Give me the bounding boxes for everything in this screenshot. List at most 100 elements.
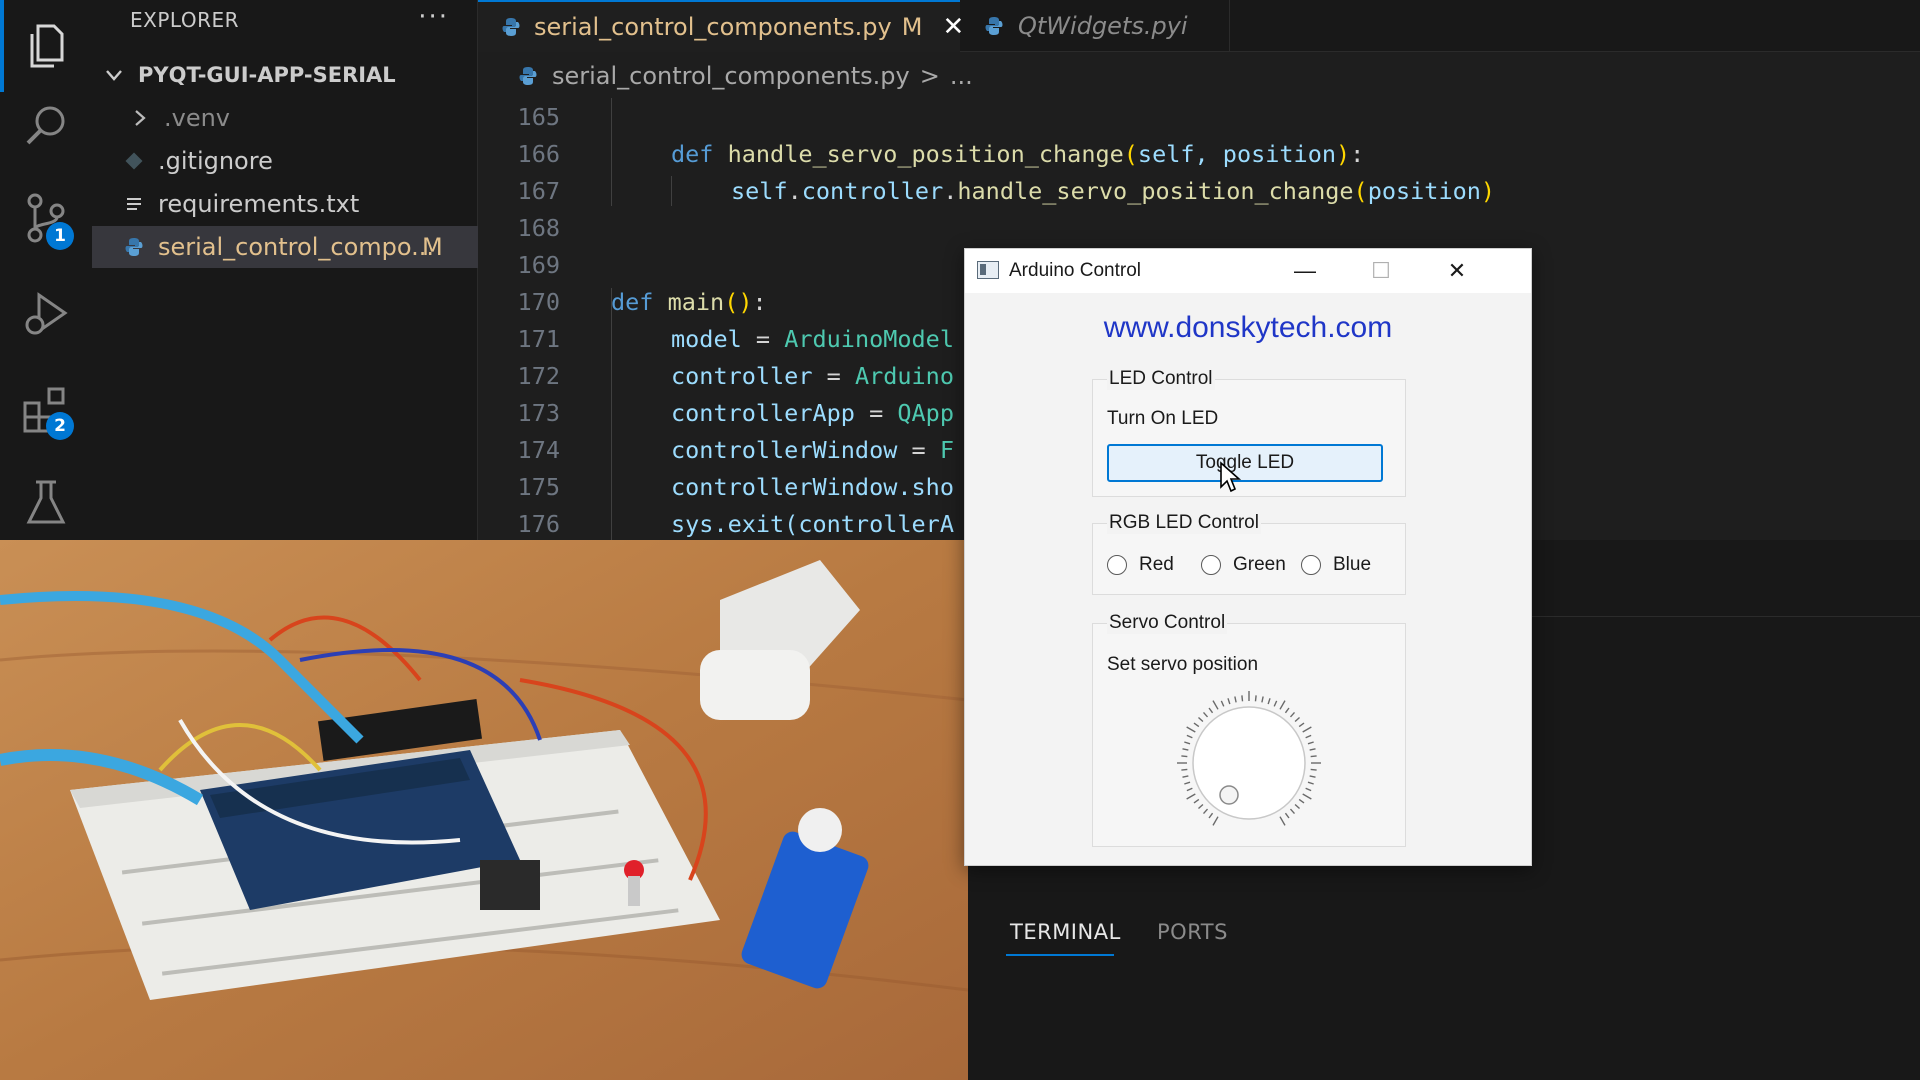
tab-qtwidgets[interactable]: QtWidgets.pyi bbox=[960, 0, 1230, 52]
tab-label: serial_control_components.py bbox=[534, 13, 892, 41]
dial-tick bbox=[1309, 748, 1316, 751]
dial-tick bbox=[1289, 808, 1296, 815]
chevron-down-icon bbox=[102, 65, 126, 85]
code-line: 165 bbox=[478, 98, 1920, 135]
group-title: LED Control bbox=[1107, 368, 1215, 390]
chevron-right-icon bbox=[128, 108, 152, 128]
tree-item-venv[interactable]: .venv bbox=[92, 97, 478, 139]
line-number: 168 bbox=[517, 213, 560, 242]
dial-tick bbox=[1307, 781, 1314, 785]
rgb-led-control-group: RGB LED Control Red Green Blue bbox=[1092, 512, 1406, 595]
testing-flask-icon[interactable] bbox=[0, 456, 92, 548]
dial-tick bbox=[1186, 793, 1196, 800]
tree-item-label: .venv bbox=[164, 104, 231, 132]
dial-tick bbox=[1298, 722, 1305, 728]
radio-circle[interactable] bbox=[1107, 555, 1127, 575]
workspace-root-label: PYQT-GUI-APP-SERIAL bbox=[138, 63, 396, 87]
dial-tick bbox=[1212, 816, 1219, 826]
activity-bar: 1 2 bbox=[0, 0, 92, 540]
run-debug-icon[interactable] bbox=[0, 268, 92, 360]
dial-tick bbox=[1294, 716, 1301, 723]
led-control-group: LED Control Turn On LED Toggle LED bbox=[1092, 368, 1406, 497]
line-number: 169 bbox=[517, 250, 560, 279]
line-number: 175 bbox=[517, 472, 560, 501]
extensions-icon[interactable]: 2 bbox=[0, 364, 92, 456]
tree-item-label: serial_control_compo... bbox=[158, 233, 435, 261]
dial-tick bbox=[1309, 775, 1316, 778]
more-actions-icon[interactable]: ··· bbox=[418, 2, 449, 32]
turn-on-led-label: Turn On LED bbox=[1107, 408, 1219, 429]
dial-tick bbox=[1212, 700, 1219, 710]
explorer-title: EXPLORER bbox=[130, 8, 239, 32]
search-icon[interactable] bbox=[0, 80, 92, 172]
code-text: def handle_servo_position_change(self, p… bbox=[671, 139, 1365, 168]
python-file-icon bbox=[122, 236, 146, 258]
window-titlebar[interactable]: Arduino Control — ☐ ✕ bbox=[965, 249, 1531, 293]
source-control-badge: 1 bbox=[46, 222, 74, 250]
dial-tick bbox=[1284, 812, 1290, 819]
tab-modified-indicator: M bbox=[901, 13, 923, 41]
dial-tick bbox=[1284, 707, 1290, 714]
radio-circle[interactable] bbox=[1301, 555, 1321, 575]
tree-item-requirements[interactable]: requirements.txt bbox=[92, 183, 478, 225]
tab-ports[interactable]: PORTS bbox=[1157, 920, 1228, 944]
dial-tick bbox=[1289, 711, 1296, 718]
dial-tick bbox=[1202, 711, 1209, 718]
dial-tick bbox=[1261, 696, 1264, 703]
dial-tick bbox=[1182, 775, 1189, 778]
maximize-button[interactable]: ☐ bbox=[1343, 249, 1419, 293]
dial-tick bbox=[1208, 707, 1214, 714]
breadcrumb-separator: > bbox=[919, 62, 940, 90]
radio-label: Green bbox=[1233, 554, 1286, 575]
servo-position-dial[interactable] bbox=[1173, 690, 1325, 836]
radio-label: Red bbox=[1139, 554, 1174, 575]
tree-item-serial-control[interactable]: serial_control_compo... M bbox=[92, 226, 478, 268]
dial-tick bbox=[1208, 812, 1214, 819]
line-number: 166 bbox=[517, 139, 560, 168]
website-link[interactable]: www.donskytech.com bbox=[965, 311, 1531, 345]
close-button[interactable]: ✕ bbox=[1419, 249, 1495, 293]
breadcrumb: serial_control_components.py > ... bbox=[478, 54, 973, 98]
arduino-breadboard-photo bbox=[0, 540, 968, 1080]
radio-green[interactable]: Green bbox=[1201, 554, 1286, 576]
mouse-cursor-icon bbox=[1220, 461, 1242, 493]
breadcrumb-file[interactable]: serial_control_components.py bbox=[552, 62, 910, 90]
dial-tick bbox=[1220, 700, 1225, 707]
minimize-button[interactable]: — bbox=[1267, 249, 1343, 293]
arduino-control-window: Arduino Control — ☐ ✕ www.donskytech.com… bbox=[964, 248, 1532, 866]
line-number: 174 bbox=[517, 435, 560, 464]
workspace-root[interactable]: PYQT-GUI-APP-SERIAL bbox=[92, 54, 478, 96]
tab-serial-control-components[interactable]: serial_control_components.py M ✕ bbox=[478, 0, 964, 52]
divider bbox=[1530, 616, 1920, 617]
source-control-icon[interactable]: 1 bbox=[0, 172, 92, 264]
code-line: 167 self.controller.handle_servo_positio… bbox=[478, 172, 1920, 209]
code-text: def main(): bbox=[611, 287, 767, 316]
radio-circle[interactable] bbox=[1201, 555, 1221, 575]
dial-tick bbox=[1197, 716, 1204, 723]
dial-tick bbox=[1193, 798, 1200, 804]
tree-item-gitignore[interactable]: .gitignore bbox=[92, 140, 478, 182]
line-number: 165 bbox=[517, 102, 560, 131]
app-icon bbox=[977, 261, 999, 279]
dial-tick bbox=[1193, 722, 1200, 728]
dial-tick bbox=[1202, 808, 1209, 815]
dial-tick bbox=[1273, 700, 1278, 707]
dial-tick bbox=[1227, 698, 1231, 705]
dial-tick bbox=[1186, 787, 1193, 792]
line-number: 167 bbox=[517, 176, 560, 205]
code-text: controllerWindow.sho bbox=[671, 472, 954, 501]
dial-tick bbox=[1234, 696, 1237, 703]
extensions-badge: 2 bbox=[46, 412, 74, 440]
dial-tick bbox=[1186, 726, 1196, 733]
radio-blue[interactable]: Blue bbox=[1301, 554, 1371, 576]
radio-red[interactable]: Red bbox=[1107, 554, 1174, 576]
dial-tick bbox=[1307, 741, 1314, 745]
dial-tick bbox=[1254, 695, 1257, 702]
python-file-icon bbox=[516, 65, 540, 87]
dial-tick bbox=[1197, 803, 1204, 810]
dial-tick bbox=[1186, 734, 1193, 739]
breadcrumb-symbol[interactable]: ... bbox=[950, 62, 973, 90]
toggle-led-button[interactable]: Toggle LED bbox=[1107, 444, 1383, 482]
explorer-icon[interactable] bbox=[0, 0, 92, 92]
tab-terminal[interactable]: TERMINAL bbox=[1010, 920, 1121, 944]
